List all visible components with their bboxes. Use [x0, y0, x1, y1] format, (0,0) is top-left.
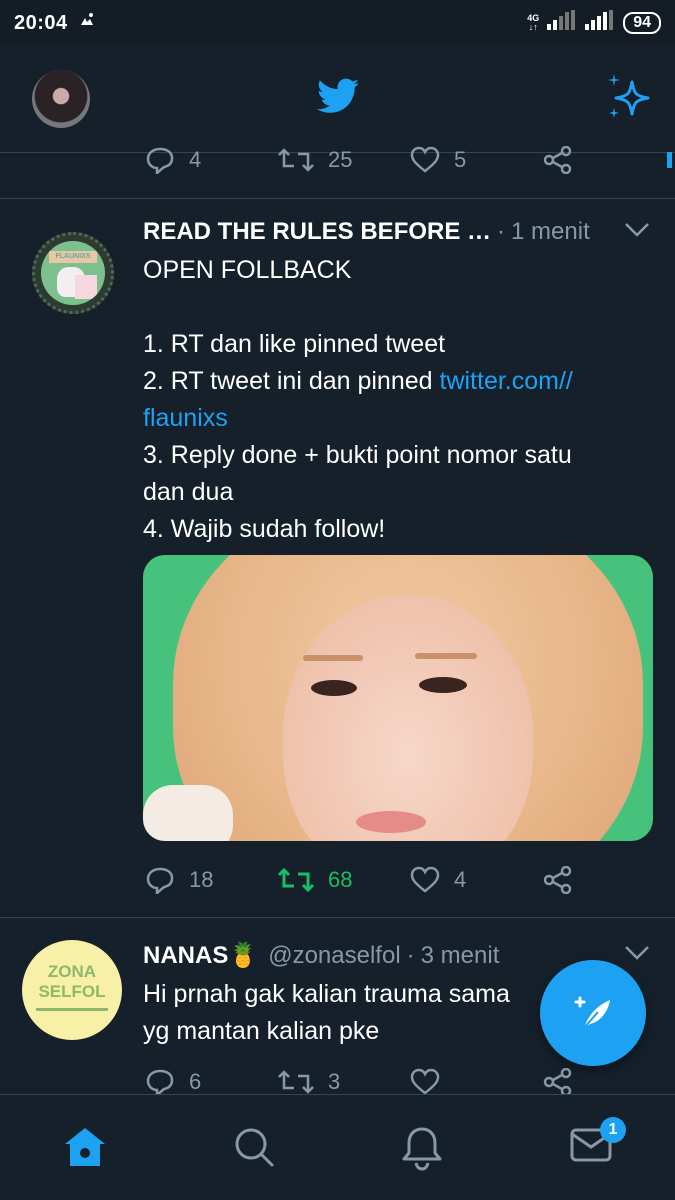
retweet-icon [278, 867, 314, 893]
tweet-handle[interactable]: @zonaselfol [268, 942, 400, 970]
tweet-header: NANAS🍍 @zonaselfol · 3 menit [143, 941, 499, 970]
tweet-time: 3 menit [420, 941, 500, 969]
share-icon [543, 146, 572, 174]
retweet-icon [278, 1070, 314, 1094]
tweet-author-name[interactable]: READ THE RULES BEFORE … [143, 218, 491, 246]
tweet-line: 3. Reply done + bukti point nomor satu [143, 441, 572, 469]
retweet-count: 3 [328, 1069, 341, 1094]
image-eye-right [419, 677, 467, 693]
tweet-line: dan dua [143, 478, 234, 506]
tweet-line-text: 2. RT tweet ini dan pinned [143, 367, 440, 395]
avatar-label: FLAUNIXS [49, 251, 97, 263]
avatar-text: ZONA SELFOL [22, 962, 122, 1002]
heart-icon [410, 866, 440, 893]
reply-count: 6 [189, 1069, 202, 1094]
compose-tweet-button[interactable] [540, 960, 646, 1066]
signal-icon-2 [585, 10, 615, 36]
reply-button[interactable]: 6 [145, 1068, 201, 1096]
network-indicator: 4G ↓↑ [527, 14, 539, 32]
heart-icon [410, 146, 440, 173]
tweet-line: 2. RT tweet ini dan pinned twitter.com// [143, 363, 643, 400]
like-button[interactable] [410, 1068, 440, 1096]
tweet-link[interactable]: twitter.com// [440, 367, 573, 395]
reply-count: 18 [189, 867, 214, 892]
tweet-dot: · [497, 218, 506, 245]
reply-icon [146, 147, 174, 174]
tweet-link-continued[interactable]: flaunixs [143, 400, 643, 437]
prev-tweet-actions: 4 25 5 [145, 146, 575, 176]
image-lips [356, 811, 426, 833]
battery-indicator: 94 [623, 12, 661, 34]
chevron-down-icon[interactable] [624, 222, 650, 243]
tweet-author-name[interactable]: NANAS🍍 [143, 941, 258, 970]
reply-button[interactable]: 18 [145, 866, 213, 894]
share-button[interactable] [543, 146, 573, 174]
retweet-button[interactable]: 25 [278, 146, 352, 174]
scroll-indicator [667, 152, 672, 168]
tweet-avatar[interactable]: ZONA SELFOL [22, 940, 122, 1040]
avatar-card [75, 275, 97, 299]
avatar-art: FLAUNIXS [41, 241, 105, 305]
data-arrows-icon: ↓↑ [528, 22, 538, 32]
share-icon [543, 1068, 572, 1096]
tweet-line: 4. Wajib sudah follow! [143, 515, 386, 543]
retweet-icon [278, 148, 314, 172]
home-icon[interactable] [62, 1125, 108, 1174]
compose-feather-icon [574, 996, 610, 1029]
retweet-count: 25 [328, 147, 353, 172]
tweet-avatar[interactable]: FLAUNIXS [32, 232, 114, 314]
like-button[interactable]: 5 [410, 146, 466, 174]
tweet-header: READ THE RULES BEFORE … · 1 menit [143, 218, 590, 246]
chevron-down-icon[interactable] [624, 945, 650, 966]
share-icon [543, 866, 572, 894]
like-count: 4 [454, 867, 467, 892]
reply-icon [146, 867, 174, 894]
profile-avatar[interactable] [32, 70, 90, 128]
avatar-text-line: SELFOL [38, 982, 106, 1001]
like-count: 5 [454, 147, 467, 172]
tweet-divider [0, 917, 675, 918]
retweet-count: 68 [328, 867, 353, 892]
tweet-line: OPEN FOLLBACK [143, 256, 352, 284]
share-button[interactable] [543, 1068, 573, 1096]
tweet-image[interactable] [143, 555, 653, 841]
app-header [0, 46, 675, 152]
reply-icon [146, 1069, 174, 1096]
image-eye-left [311, 680, 357, 696]
sparkle-icon[interactable] [606, 74, 652, 125]
mail-badge: 1 [600, 1117, 626, 1143]
reply-button[interactable]: 4 [145, 146, 201, 174]
image-shoulder [143, 785, 233, 841]
status-bar: 20:04 4G ↓↑ 94 [0, 0, 675, 46]
image-brow-right [415, 653, 477, 659]
search-icon[interactable] [232, 1125, 276, 1174]
tweet-time: 1 menit [511, 218, 590, 245]
tweet-dot: · [406, 941, 415, 969]
twitter-bird-icon [317, 78, 359, 119]
reply-count: 4 [189, 147, 202, 172]
signal-icon [547, 10, 577, 36]
retweet-button[interactable]: 68 [278, 866, 352, 894]
bell-icon[interactable] [400, 1125, 444, 1176]
tweet-line: 1. RT dan like pinned tweet [143, 330, 446, 358]
like-button[interactable]: 4 [410, 866, 466, 894]
share-button[interactable] [543, 866, 573, 894]
tweet-actions: 18 68 4 [145, 866, 575, 896]
tweet-text: OPEN FOLLBACK 1. RT dan like pinned twee… [143, 252, 643, 548]
bottom-navigation [0, 1094, 675, 1200]
tweet-divider [0, 198, 675, 199]
heart-icon [410, 1068, 440, 1095]
retweet-button[interactable]: 3 [278, 1068, 340, 1096]
avatar-underline [36, 1008, 108, 1011]
notification-icon [78, 11, 96, 35]
status-time: 20:04 [14, 11, 68, 34]
image-brow-left [303, 655, 363, 661]
avatar-text-line: ZONA [47, 962, 97, 981]
